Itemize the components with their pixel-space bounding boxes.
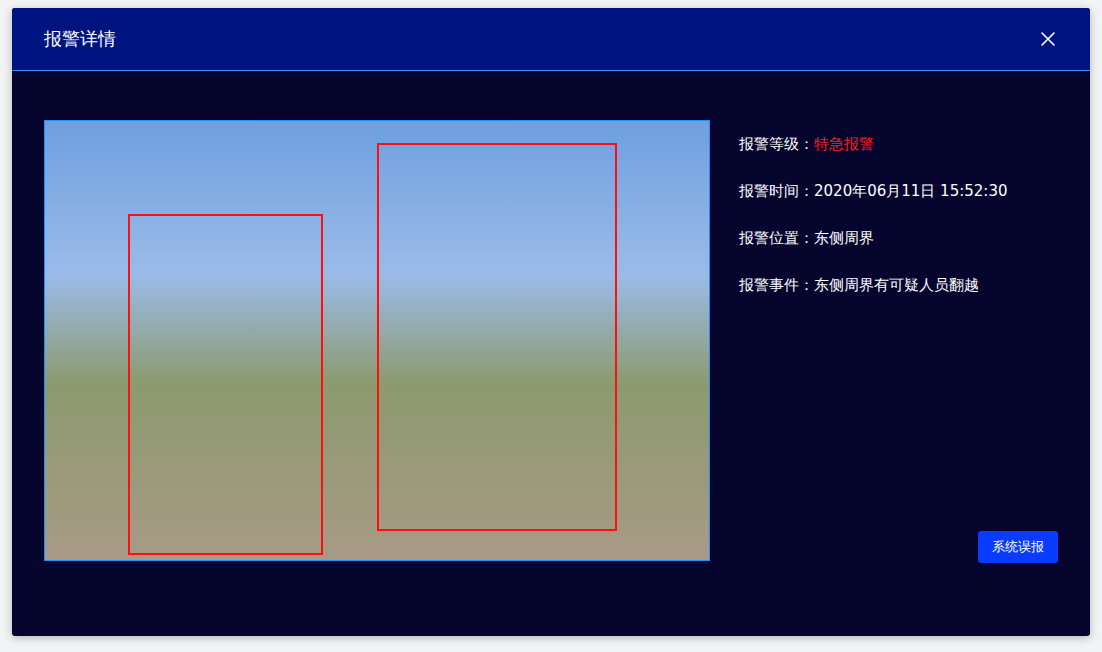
field-list: 报警等级：特急报警报警时间：2020年06月11日 15:52:30报警位置：东… xyxy=(739,132,1058,531)
close-button[interactable] xyxy=(1038,29,1058,49)
alarm-dialog: 报警详情报警等级：特急报警报警时间：2020年06月11日 15:52:30报警… xyxy=(12,8,1090,636)
field-value: 东侧周界 xyxy=(814,226,874,250)
dialog-header: 报警详情 xyxy=(12,8,1090,71)
false-alarm-button[interactable]: 系统误报 xyxy=(978,531,1058,563)
field-row: 报警等级：特急报警 xyxy=(739,132,1058,156)
actions: 系统误报 xyxy=(739,531,1058,563)
field-label: 报警位置： xyxy=(739,226,814,250)
field-value: 2020年06月11日 15:52:30 xyxy=(814,179,1007,203)
alarm-info: 报警等级：特急报警报警时间：2020年06月11日 15:52:30报警位置：东… xyxy=(739,120,1058,561)
field-label: 报警事件： xyxy=(739,273,814,297)
field-label: 报警时间： xyxy=(739,179,814,203)
alarm-photo xyxy=(44,120,710,561)
field-row: 报警事件：东侧周界有可疑人员翻越 xyxy=(739,273,1058,297)
page: 报警详情报警等级：特急报警报警时间：2020年06月11日 15:52:30报警… xyxy=(0,0,1102,652)
field-label: 报警等级： xyxy=(739,132,814,156)
close-icon[interactable] xyxy=(1040,31,1056,47)
field-value: 东侧周界有可疑人员翻越 xyxy=(814,273,979,297)
dialog-body: 报警等级：特急报警报警时间：2020年06月11日 15:52:30报警位置：东… xyxy=(12,71,1090,636)
detection-box xyxy=(128,214,323,555)
detection-box xyxy=(377,143,617,531)
field-row: 报警时间：2020年06月11日 15:52:30 xyxy=(739,179,1058,203)
field-row: 报警位置：东侧周界 xyxy=(739,226,1058,250)
field-value: 特急报警 xyxy=(814,132,874,156)
dialog-title: 报警详情 xyxy=(44,27,116,51)
